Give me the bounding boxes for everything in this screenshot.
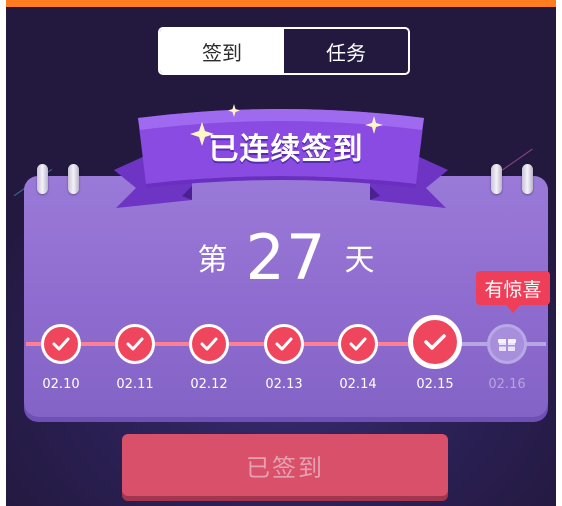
check-icon bbox=[200, 337, 218, 351]
app-screen: 签到 任务 已连续签到 第 27 天 02.10 02.11 02.12 02.… bbox=[6, 0, 556, 506]
day-date: 02.10 bbox=[42, 377, 80, 392]
tab-signin[interactable]: 签到 bbox=[160, 29, 284, 73]
calendar-ring bbox=[68, 164, 79, 194]
day-date: 02.14 bbox=[339, 377, 377, 392]
calendar-ring bbox=[491, 164, 502, 194]
top-accent-strip bbox=[6, 0, 556, 7]
day-date: 02.15 bbox=[416, 377, 454, 392]
day-date: 02.11 bbox=[116, 377, 154, 392]
day-node-checked bbox=[189, 324, 229, 364]
check-icon bbox=[126, 337, 144, 351]
day-date: 02.12 bbox=[190, 377, 228, 392]
day-node-today bbox=[408, 315, 462, 369]
day-date-future: 02.16 bbox=[488, 377, 526, 392]
check-icon bbox=[424, 334, 446, 350]
day-node-checked bbox=[338, 324, 378, 364]
check-icon bbox=[275, 337, 293, 351]
day-node-gift bbox=[487, 324, 527, 364]
calendar-ring bbox=[522, 164, 533, 194]
day-node-checked bbox=[264, 324, 304, 364]
streak-suffix: 天 bbox=[344, 243, 375, 278]
banner-title: 已连续签到 bbox=[208, 132, 364, 167]
streak-number: 27 bbox=[245, 220, 327, 294]
surprise-badge[interactable]: 有惊喜 bbox=[476, 271, 550, 305]
tab-tasks[interactable]: 任务 bbox=[284, 29, 408, 73]
gift-icon bbox=[498, 339, 516, 351]
signed-in-button[interactable]: 已签到 bbox=[122, 434, 448, 496]
calendar-ring bbox=[37, 164, 48, 194]
check-icon bbox=[349, 337, 367, 351]
tab-bar: 签到 任务 bbox=[158, 27, 410, 75]
day-date: 02.13 bbox=[265, 377, 303, 392]
sparkle-icon bbox=[228, 104, 240, 117]
day-node-checked bbox=[115, 324, 155, 364]
streak-prefix: 第 bbox=[197, 243, 228, 278]
streak-count: 第 27 天 bbox=[156, 220, 416, 294]
check-icon bbox=[52, 337, 70, 351]
day-node-checked bbox=[41, 324, 81, 364]
surprise-badge-pointer bbox=[506, 305, 520, 313]
